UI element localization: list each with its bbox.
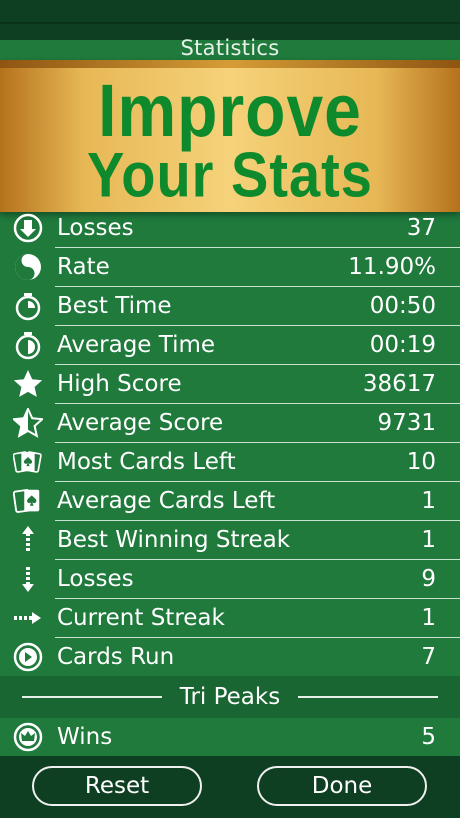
stat-row-best-time: Best Time 00:50 (15, 287, 460, 326)
stat-value: 38617 (362, 371, 436, 397)
stat-value: 00:19 (369, 332, 436, 358)
stat-value: 10 (406, 449, 436, 475)
cards-icon (13, 447, 43, 477)
stat-row-most-cards-left: Most Cards Left 10 (13, 443, 460, 482)
reset-button[interactable]: Reset (32, 766, 202, 806)
stopwatch-icon (13, 291, 43, 321)
stat-value: 5 (421, 724, 436, 750)
stat-label: High Score (57, 371, 182, 397)
bottom-bar: Reset Done (0, 756, 460, 818)
wins-row-inner: Wins 5 (13, 718, 460, 756)
stat-row-wins: Wins 5 (0, 718, 460, 756)
stat-value: 9 (421, 566, 436, 592)
section-divider-right (298, 696, 438, 698)
stat-label: Cards Run (57, 644, 175, 670)
stat-value: 37 (406, 215, 436, 241)
stat-label: Most Cards Left (57, 449, 236, 475)
stat-label: Best Winning Streak (57, 527, 291, 553)
top-divider (0, 22, 460, 24)
stat-value: 11.90% (348, 254, 436, 280)
right-arrow-icon (13, 603, 43, 633)
stat-value: 1 (421, 527, 436, 553)
stat-row-average-cards-left: Average Cards Left 1 (13, 482, 460, 521)
up-arrow-icon (13, 525, 43, 555)
stat-label: Average Time (57, 332, 216, 358)
done-button[interactable]: Done (257, 766, 427, 806)
down-arrow-circle-icon (13, 213, 43, 243)
cards-half-icon (13, 486, 43, 516)
crown-circle-icon (13, 722, 43, 752)
stat-value: 00:50 (369, 293, 436, 319)
yin-yang-icon (13, 252, 43, 282)
stat-row-rate: Rate 11.90% (15, 248, 460, 287)
promo-banner[interactable]: Improve Your Stats (0, 60, 460, 212)
banner-subtitle: Your Stats (87, 139, 373, 210)
stat-label: Wins (57, 724, 113, 750)
stat-label: Current Streak (57, 605, 225, 631)
stat-value: 1 (421, 605, 436, 631)
stat-value: 9731 (377, 410, 436, 436)
stat-label: Losses (57, 566, 134, 592)
star-icon (13, 369, 43, 399)
play-circle-icon (13, 642, 43, 672)
top-strip (0, 0, 460, 40)
stat-row-current-streak: Current Streak 1 (14, 599, 460, 638)
stats-list: Losses 37 Rate 11.90% Best Time 00:50 Av… (0, 209, 460, 677)
stat-row-losses-streak: Losses 9 (22, 560, 460, 599)
half-star-icon (13, 408, 43, 438)
stat-label: Losses (57, 215, 134, 241)
stat-label: Best Time (57, 293, 172, 319)
stopwatch-half-icon (13, 330, 43, 360)
stat-row-average-score: Average Score 9731 (13, 404, 460, 443)
stat-value: 7 (421, 644, 436, 670)
page-title: Statistics (180, 36, 280, 60)
stat-row-best-winning-streak: Best Winning Streak 1 (22, 521, 460, 560)
stat-row-high-score: High Score 38617 (13, 365, 460, 404)
stat-label: Average Cards Left (57, 488, 276, 514)
stat-row-cards-run: Cards Run 7 (13, 638, 460, 677)
section-header-tri-peaks: Tri Peaks (0, 676, 460, 718)
down-arrow-icon (13, 564, 43, 594)
stat-value: 1 (421, 488, 436, 514)
stat-label: Average Score (57, 410, 224, 436)
stat-label: Rate (57, 254, 110, 280)
stat-row-losses: Losses 37 (13, 209, 460, 248)
stat-row-average-time: Average Time 00:19 (15, 326, 460, 365)
